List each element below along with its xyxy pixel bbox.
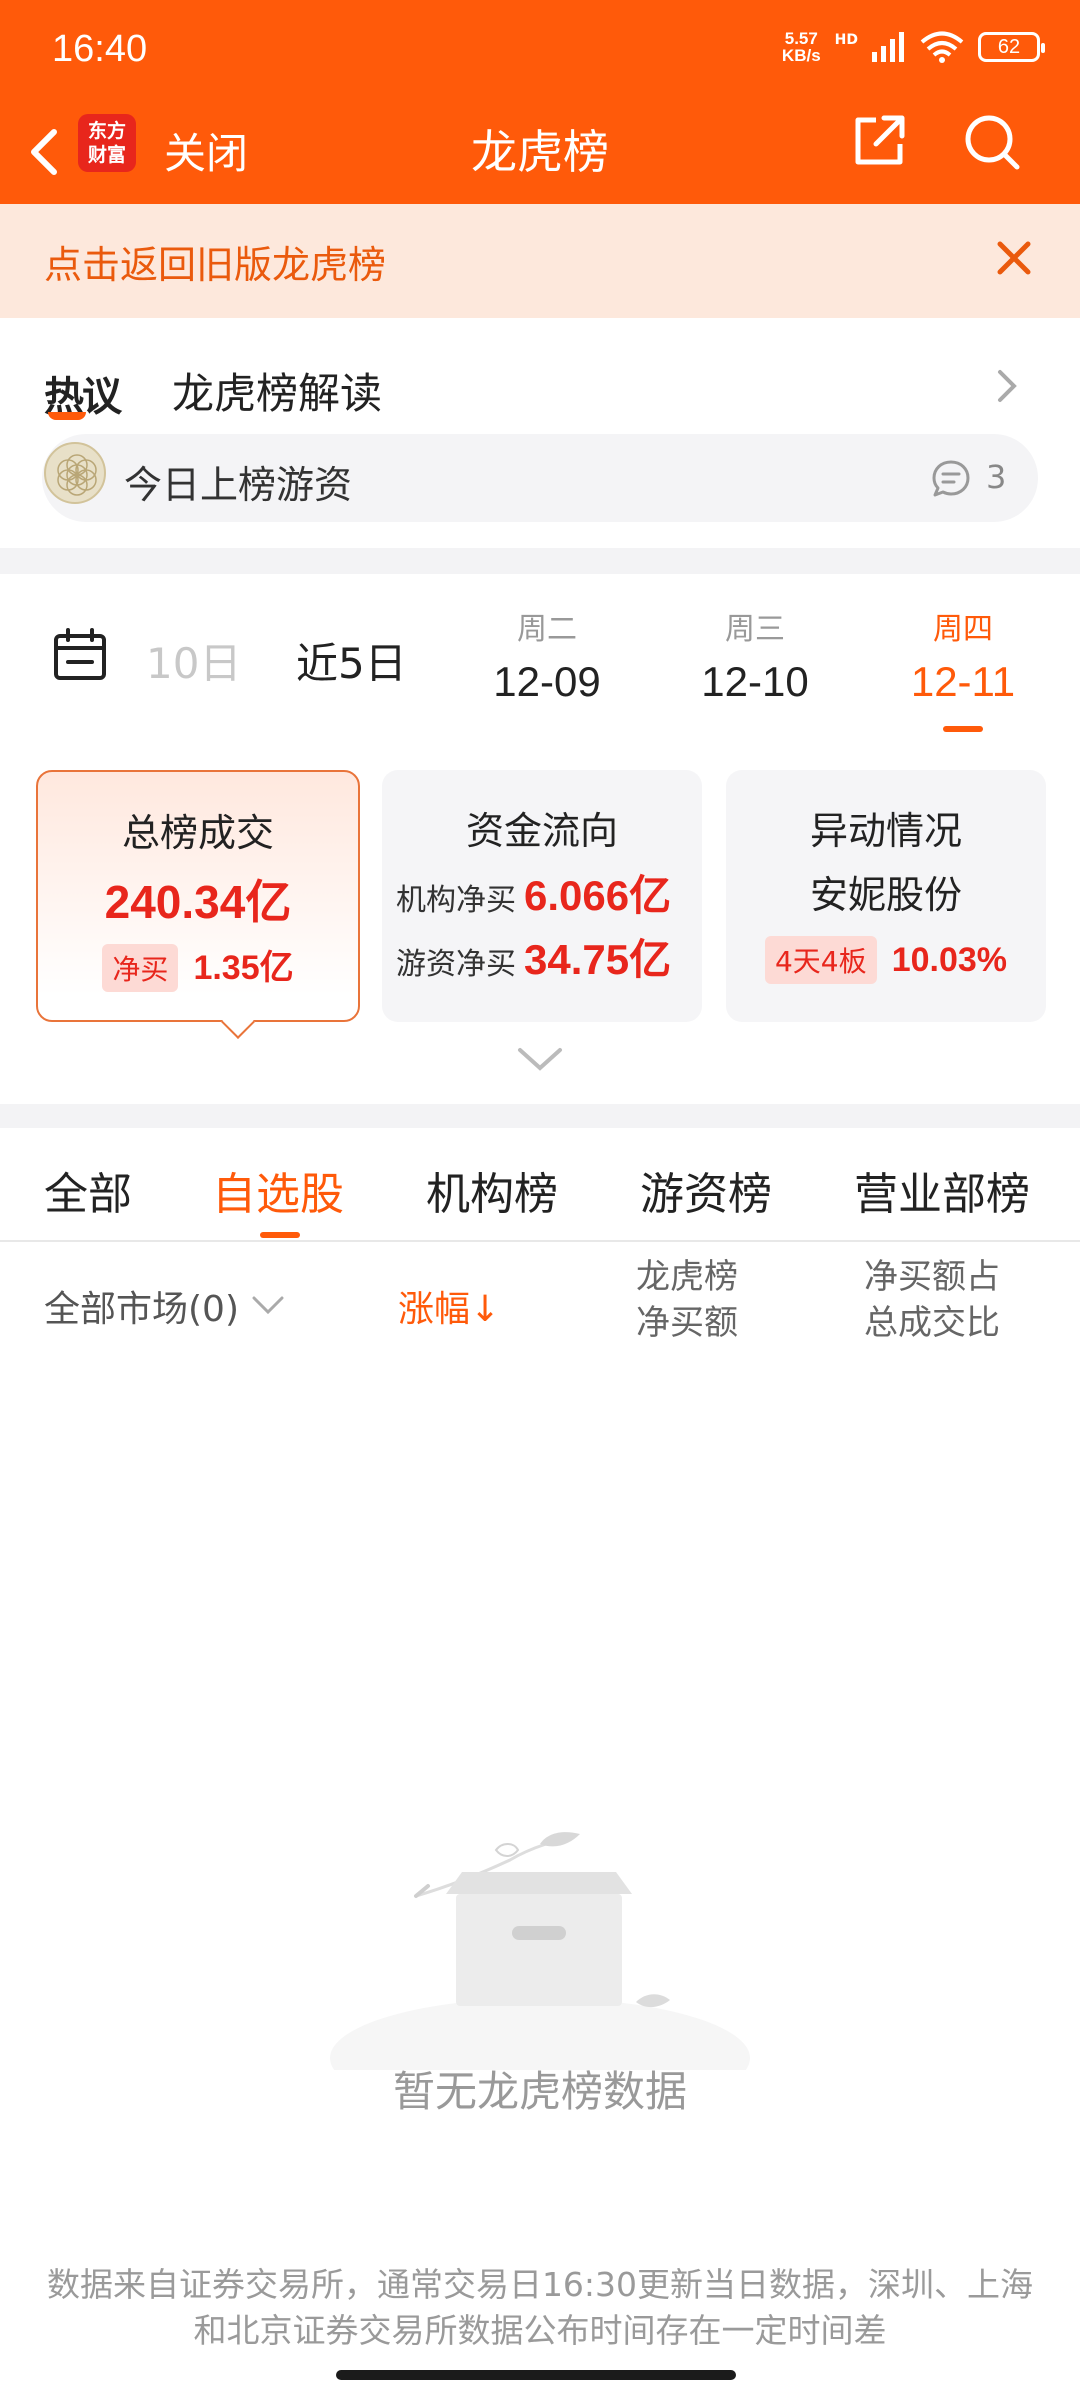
flower-pattern-icon — [57, 454, 97, 496]
tab-institution[interactable]: 机构榜 — [426, 1158, 558, 1222]
status-icons: 5.57 KB/s HD 62 — [781, 29, 1045, 65]
avatar — [44, 442, 106, 504]
sort-change-column[interactable]: 涨幅↓ — [398, 1280, 500, 1332]
net-buy-column[interactable]: 龙虎榜 净买额 — [636, 1254, 738, 1346]
net-buy-pill: 净买 — [102, 944, 179, 992]
home-indicator[interactable] — [336, 2370, 736, 2380]
nav-bar: 东方 财富 关闭 龙虎榜 — [0, 100, 1080, 204]
tab-branch[interactable]: 营业部榜 — [854, 1158, 1030, 1222]
fund-flow-card[interactable]: 资金流向 机构净买 6.066亿 游资净买 34.75亿 — [382, 770, 702, 1022]
range-10-days[interactable]: 10日 — [146, 630, 241, 691]
hot-topic-card[interactable]: 今日上榜游资 3 — [42, 434, 1038, 522]
net-buy-value: 1.35亿 — [193, 949, 294, 987]
signal-icon — [872, 32, 904, 62]
hd-label: HD — [834, 32, 858, 48]
hot-discussion-section[interactable]: 热议 龙虎榜解读 今日上榜游资 3 — [0, 318, 1080, 548]
column-header: 全部市场(0) 涨幅↓ 龙虎榜 净买额 净买额占 总成交比 — [0, 1254, 1080, 1354]
status-time: 16:40 — [52, 28, 148, 70]
total-turnover-card[interactable]: 总榜成交 240.34亿 净买 1.35亿 — [36, 770, 360, 1039]
section-divider — [0, 1104, 1080, 1128]
share-icon[interactable] — [850, 112, 908, 170]
abnormal-stock-name: 安妮股份 — [809, 873, 962, 917]
card-pointer — [221, 1005, 255, 1039]
battery-indicator: 62 — [978, 32, 1045, 62]
change-value: 10.03% — [891, 941, 1008, 979]
abnormal-movement-card[interactable]: 异动情况 安妮股份 4天4板 10.03% — [726, 770, 1046, 1022]
chevron-right-icon[interactable] — [992, 366, 1022, 406]
board-tag: 4天4板 — [764, 936, 877, 984]
search-icon[interactable] — [962, 112, 1022, 172]
date-tab-1211[interactable]: 周四 12-11 — [888, 604, 1038, 732]
hot-badge-underline — [48, 412, 86, 420]
hot-money-net-buy-value: 34.75亿 — [524, 936, 672, 983]
inst-net-buy-label: 机构净买 — [396, 883, 516, 918]
category-tabs: 全部 自选股 机构榜 游资榜 营业部榜 — [0, 1128, 1080, 1242]
comment-count: 3 — [986, 458, 1007, 496]
hot-money-net-buy-label: 游资净买 — [396, 947, 516, 982]
hot-card-text[interactable]: 今日上榜游资 — [124, 454, 352, 509]
status-bar: 16:40 5.57 KB/s HD 62 — [0, 0, 1080, 100]
section-divider — [0, 548, 1080, 574]
market-filter[interactable]: 全部市场(0) — [44, 1280, 239, 1332]
calendar-icon[interactable] — [52, 626, 108, 682]
tab-hot-money[interactable]: 游资榜 — [640, 1158, 772, 1222]
net-buy-ratio-column[interactable]: 净买额占 总成交比 — [864, 1254, 1000, 1346]
page-title: 龙虎榜 — [471, 125, 609, 179]
hot-title[interactable]: 龙虎榜解读 — [172, 360, 382, 421]
active-date-indicator — [943, 726, 983, 732]
banner-text[interactable]: 点击返回旧版龙虎榜 — [44, 234, 386, 289]
tab-all[interactable]: 全部 — [44, 1158, 132, 1222]
close-icon[interactable] — [994, 238, 1034, 278]
chevron-down-icon[interactable] — [516, 1044, 564, 1074]
range-5-days[interactable]: 近5日 — [296, 630, 407, 691]
tab-watchlist[interactable]: 自选股 — [212, 1158, 344, 1222]
old-version-banner[interactable]: 点击返回旧版龙虎榜 — [0, 204, 1080, 318]
network-speed: 5.57 KB/s — [781, 29, 821, 65]
chevron-down-icon[interactable] — [250, 1294, 286, 1316]
active-tab-indicator — [260, 1232, 300, 1238]
inst-net-buy-value: 6.066亿 — [524, 872, 672, 919]
date-tab-1210[interactable]: 周三 12-10 — [680, 604, 830, 706]
comment-icon[interactable] — [930, 458, 972, 500]
empty-state-text: 暂无龙虎榜数据 — [392, 2067, 687, 2116]
date-summary-section: 10日 近5日 周二 12-09 周三 12-10 周四 12-11 总榜成交 … — [0, 574, 1080, 1104]
date-tab-1209[interactable]: 周二 12-09 — [472, 604, 622, 706]
empty-box-icon — [330, 1832, 750, 2070]
wifi-icon — [920, 31, 964, 63]
data-source-note: 数据来自证券交易所，通常交易日16:30更新当日数据，深圳、上海和北京证券交易所… — [46, 2265, 1034, 2350]
